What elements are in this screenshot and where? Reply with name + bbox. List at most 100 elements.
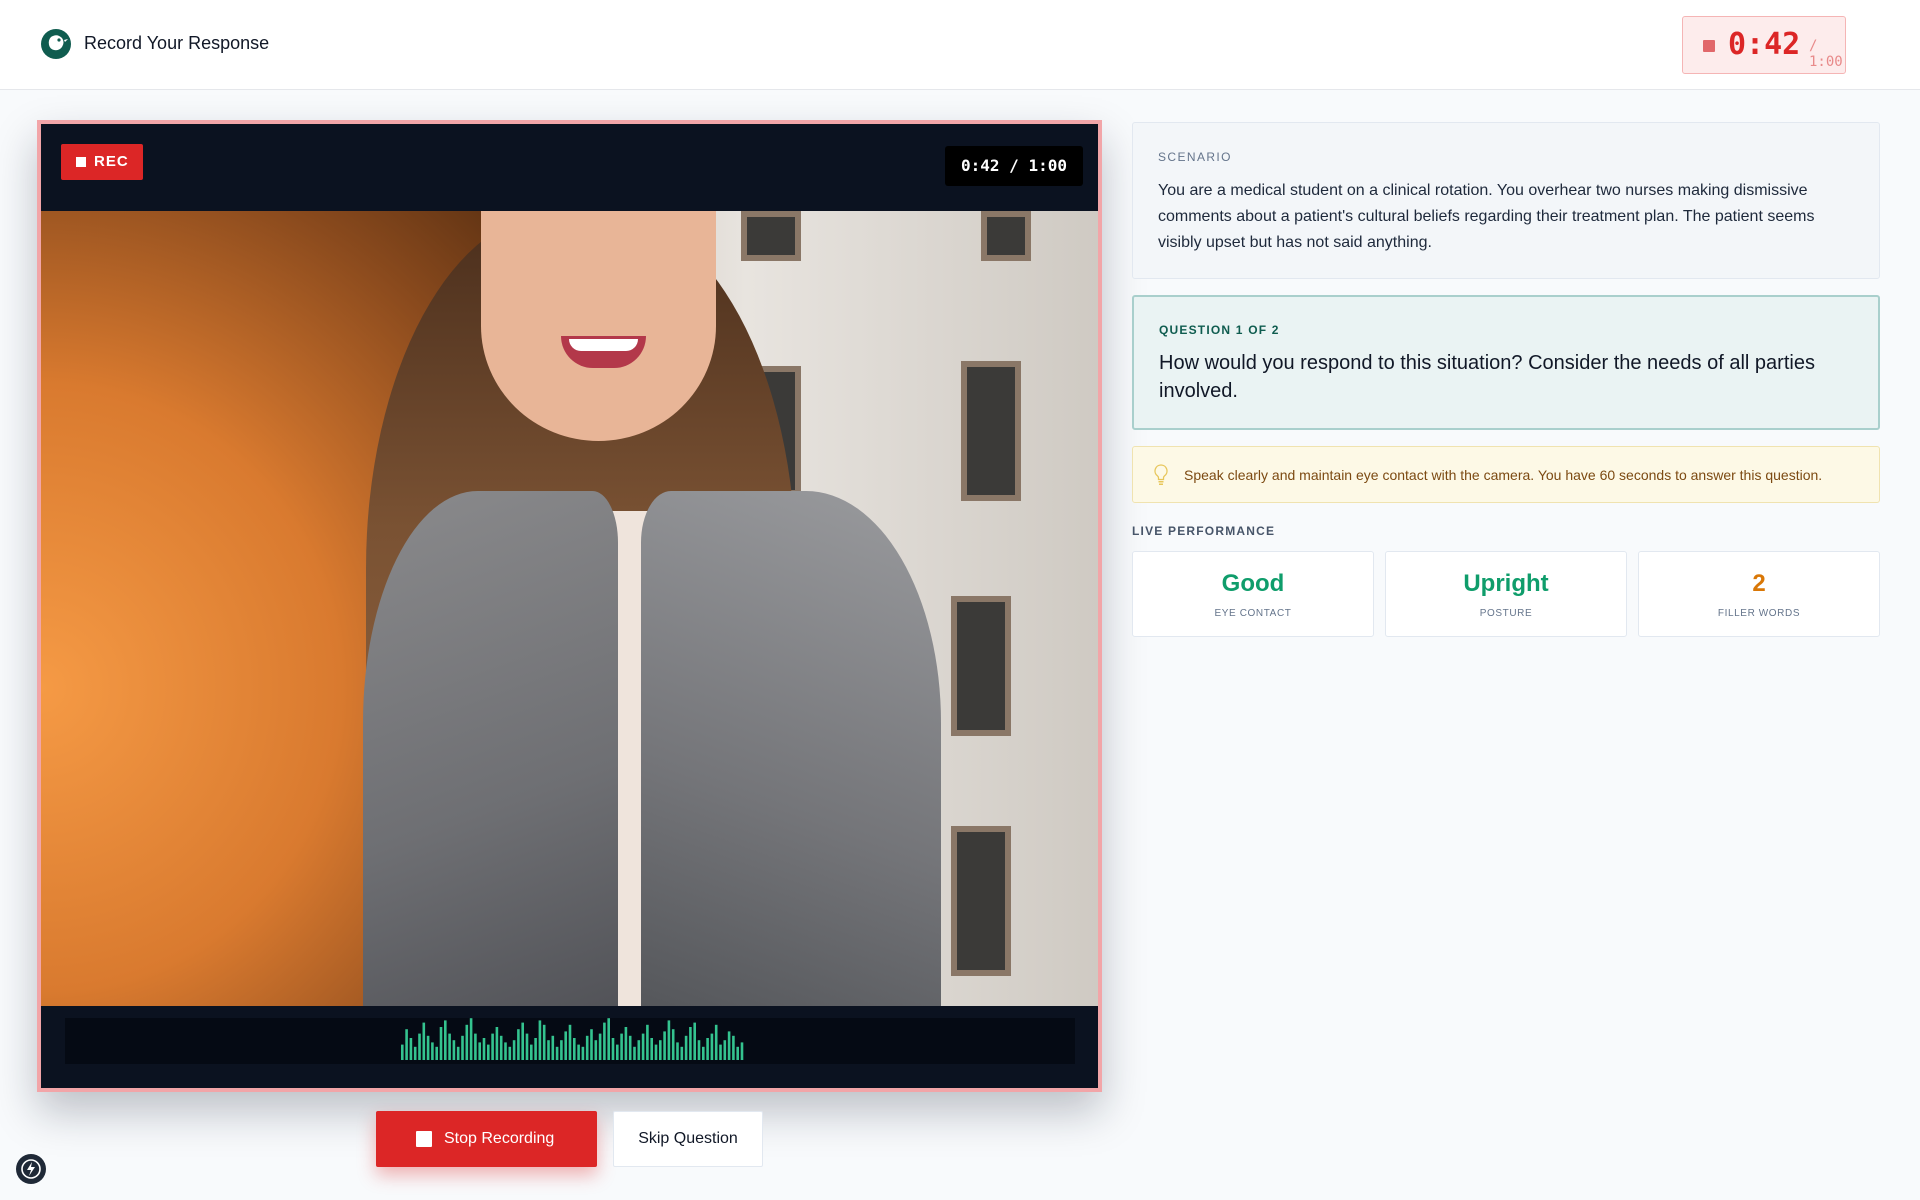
audio-level-bar <box>684 1035 688 1060</box>
metric-caption: EYE CONTACT <box>1214 608 1292 619</box>
audio-level-bar <box>577 1044 580 1060</box>
audio-level-bar <box>650 1038 653 1060</box>
audio-level-bar <box>727 1031 731 1060</box>
audio-level-bar <box>409 1038 413 1060</box>
scenario-text: You are a medical student on a clinical … <box>1158 182 1815 251</box>
audio-level-bar <box>431 1042 434 1060</box>
audio-level-bar <box>689 1027 692 1060</box>
audio-level-bar <box>478 1042 481 1060</box>
audio-level-bar <box>456 1046 460 1060</box>
audio-level-bar <box>551 1035 555 1060</box>
audio-level-bar <box>680 1046 684 1060</box>
audio-level-bar <box>564 1031 567 1060</box>
audio-level-bar <box>426 1035 430 1060</box>
audio-level-bar <box>654 1044 658 1060</box>
audio-level-bar <box>469 1018 473 1060</box>
audio-level-bar <box>435 1046 438 1060</box>
audio-level-bar <box>401 1044 404 1060</box>
question-card: QUESTION 1 OF 2 How would you respond to… <box>1132 295 1880 430</box>
audio-level-bar <box>697 1040 701 1060</box>
audio-level-bar <box>474 1033 477 1060</box>
audio-level-bar <box>499 1035 503 1060</box>
audio-level-bar <box>461 1035 464 1060</box>
metric-caption: POSTURE <box>1479 608 1533 619</box>
audio-level-bar <box>444 1020 447 1060</box>
lightning-bolt-icon <box>21 1159 41 1179</box>
audio-level-bar <box>723 1040 727 1060</box>
question-counter: QUESTION 1 OF 2 <box>1159 323 1280 337</box>
question-text: How would you respond to this situation?… <box>1159 352 1815 402</box>
audio-level-bar <box>663 1031 666 1060</box>
audio-level-bar <box>517 1029 520 1060</box>
metric-caption: FILLER WORDS <box>1717 608 1801 619</box>
metric-eye-contact: Good EYE CONTACT <box>1132 551 1374 637</box>
metric-value: Good <box>1221 570 1285 597</box>
audio-level-bar <box>534 1038 537 1060</box>
audio-level-bar <box>732 1035 735 1060</box>
live-performance-label: LIVE PERFORMANCE <box>1132 524 1276 538</box>
audio-level-bar <box>706 1038 709 1060</box>
audio-level-bar <box>585 1035 589 1060</box>
app-header: Record Your Response 0:42 / 1:00 <box>0 0 1920 90</box>
stop-icon <box>416 1131 432 1147</box>
page-title: Record Your Response <box>84 33 270 53</box>
audio-level-bar <box>413 1046 417 1060</box>
audio-level-bar <box>538 1020 542 1060</box>
audio-level-bar <box>560 1040 563 1060</box>
audio-level-bar <box>693 1022 696 1060</box>
audio-level-bar <box>448 1033 451 1060</box>
audio-level-bar <box>740 1042 744 1060</box>
timer-total: / 1:00 <box>1809 38 1843 70</box>
audio-level-bar <box>491 1033 494 1060</box>
audio-level-bar <box>581 1046 585 1060</box>
audio-level-bar <box>714 1024 718 1060</box>
video-preview: REC 0:42 / 1:00 <box>37 120 1102 1092</box>
audio-level-bar <box>521 1022 524 1060</box>
tip-banner: Speak clearly and maintain eye contact w… <box>1132 446 1880 503</box>
lightbulb-icon <box>1154 464 1168 485</box>
audio-level-bar <box>542 1024 546 1060</box>
metric-filler-words: 2 FILLER WORDS <box>1638 551 1880 637</box>
metric-value: Upright <box>1463 570 1549 597</box>
audio-level-bar <box>710 1033 714 1060</box>
audio-level-bar <box>525 1033 529 1060</box>
audio-level-bar <box>624 1027 628 1060</box>
audio-level-meter <box>41 1006 1098 1088</box>
recording-indicator-icon <box>1703 40 1715 52</box>
app-logo-icon <box>41 29 71 59</box>
scenario-card: SCENARIO You are a medical student on a … <box>1132 122 1880 279</box>
audio-level-bar <box>719 1044 722 1060</box>
rec-dot-icon <box>76 157 86 167</box>
audio-level-bar <box>508 1046 512 1060</box>
rec-label: REC <box>94 153 129 170</box>
scenario-label: SCENARIO <box>1158 150 1232 164</box>
video-toolbar: REC 0:42 / 1:00 <box>41 124 1098 211</box>
audio-level-bar <box>659 1040 662 1060</box>
audio-level-bar <box>482 1038 486 1060</box>
rec-badge: REC <box>61 144 143 180</box>
audio-level-bar <box>452 1040 456 1060</box>
audio-level-bar <box>418 1033 421 1060</box>
quick-action-button[interactable] <box>16 1154 46 1184</box>
audio-level-bar <box>547 1040 550 1060</box>
audio-level-bar <box>620 1033 623 1060</box>
audio-level-bar <box>405 1029 408 1060</box>
timer-elapsed: 0:42 <box>1728 27 1801 62</box>
audio-level-bar <box>702 1046 705 1060</box>
audio-level-bar <box>495 1027 499 1060</box>
skip-question-button[interactable]: Skip Question <box>613 1111 763 1167</box>
audio-level-bar <box>555 1046 559 1060</box>
stop-recording-button[interactable]: Stop Recording <box>376 1111 597 1167</box>
audio-level-bar <box>573 1038 576 1060</box>
audio-level-bar <box>422 1022 426 1060</box>
audio-level-bar <box>594 1040 598 1060</box>
stop-recording-label: Stop Recording <box>444 1130 555 1147</box>
audio-level-bar <box>568 1024 572 1060</box>
audio-level-bar <box>504 1042 507 1060</box>
tip-text: Speak clearly and maintain eye contact w… <box>1184 467 1823 483</box>
audio-level-bar <box>736 1046 739 1060</box>
audio-level-bar <box>611 1038 615 1060</box>
audio-level-bar <box>667 1020 671 1060</box>
audio-level-bar <box>465 1024 469 1060</box>
metric-posture: Upright POSTURE <box>1385 551 1627 637</box>
